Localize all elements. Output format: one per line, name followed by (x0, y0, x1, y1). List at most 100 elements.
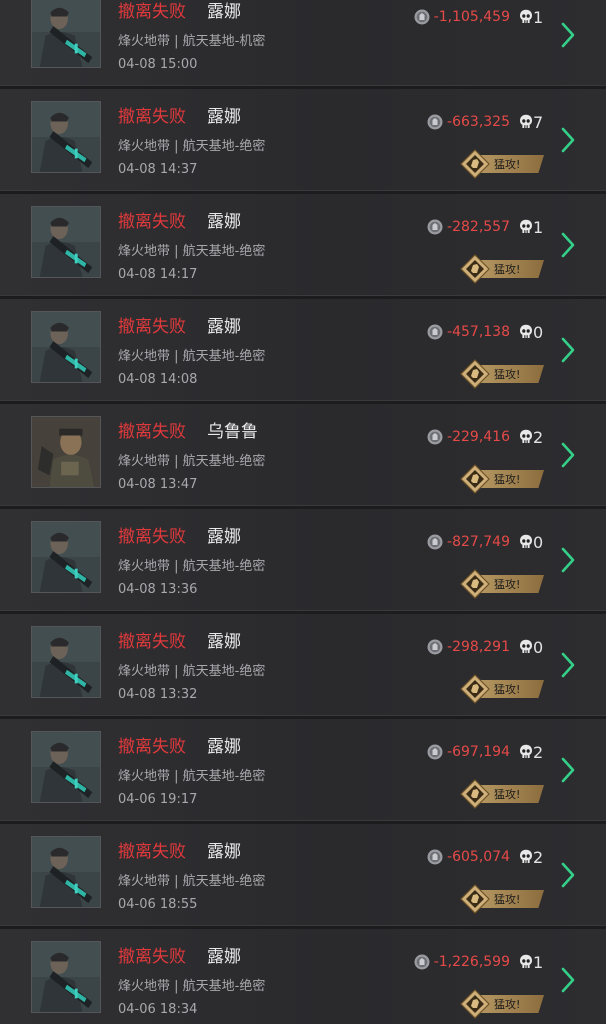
match-record-row[interactable]: 撤离失败 露娜 烽火地带 | 航天基地-绝密 04-08 13:36 -827,749 0… (0, 509, 606, 611)
asset-value-change: -663,325 (447, 114, 510, 130)
badge-label: 猛攻! (494, 263, 521, 276)
assault-emblem-icon (460, 254, 490, 284)
badge-label: 猛攻! (494, 998, 521, 1011)
operator-avatar (31, 101, 101, 173)
map-mode-label: 烽火地带 | 航天基地-绝密 (118, 349, 266, 364)
match-timestamp: 04-06 18:34 (118, 1002, 198, 1017)
match-record-row[interactable]: 撤离失败 露娜烽火地带 | 航天基地-绝密 04-08 13:32 -298,291 0… (0, 614, 606, 716)
chevron-right-icon[interactable] (561, 337, 575, 363)
kill-count: 1 (533, 953, 544, 972)
assault-badge: 猛攻! (460, 149, 545, 179)
assault-emblem-icon (460, 779, 490, 809)
match-record-row[interactable]: 撤离失败 露娜 烽火地带 | 航天基地-机密 04-08 15:00 -1,105,45… (0, 0, 606, 86)
chevron-right-icon[interactable] (561, 862, 575, 888)
map-mode-label: 烽火地带 | 航天基地-绝密 (118, 874, 266, 889)
match-record-row[interactable]: 撤离失败 露娜 烽火地带 | 航天基地-绝密 04-06 18:34 -1,226,59… (0, 929, 606, 1024)
match-record-row[interactable]: 撤离失败 露娜 烽火地带 | 航天基地-绝密 04-08 14:37 -663,325 7… (0, 89, 606, 191)
map-mode-label: 烽火地带 | 航天基地-绝密 (118, 979, 266, 994)
assault-emblem-icon (460, 884, 490, 914)
operator-avatar (31, 836, 101, 908)
asset-value-change: -605,074 (447, 849, 510, 865)
match-record-row[interactable]: 撤离失败 露娜 烽火地带 | 航天基地-绝密 04-06 19:17 -697,194 2… (0, 719, 606, 821)
chevron-right-icon[interactable] (561, 967, 575, 993)
coin-icon (427, 534, 443, 550)
map-mode-label: 烽火地带 | 航天基地-机密 (118, 34, 266, 49)
map-mode-label: 烽火地带 | 航天基地-绝密 (118, 139, 266, 154)
badge-label: 猛攻! (494, 368, 521, 381)
skull-icon (519, 429, 533, 445)
asset-value-change: -229,416 (447, 429, 510, 445)
kill-count: 1 (533, 8, 544, 27)
extraction-status: 撤离失败 (118, 527, 186, 547)
skull-icon (519, 639, 533, 655)
operator-name: 露娜 (207, 317, 241, 337)
operator-avatar (31, 206, 101, 278)
kill-count: 0 (533, 533, 544, 552)
operator-name: 乌鲁鲁 (207, 422, 258, 442)
match-timestamp: 04-08 14:17 (118, 267, 198, 282)
operator-name: 露娜 (207, 842, 241, 862)
asset-value-change: -457,138 (447, 324, 510, 340)
operator-avatar (31, 0, 101, 68)
kill-count: 2 (533, 848, 544, 867)
chevron-right-icon[interactable] (561, 442, 575, 468)
coin-icon (427, 744, 443, 760)
map-mode-label: 烽火地带 | 航天基地-绝密 (118, 664, 266, 679)
badge-label: 猛攻! (494, 578, 521, 591)
operator-name: 露娜 (207, 107, 241, 127)
assault-emblem-icon (460, 674, 490, 704)
extraction-status: 撤离失败 (118, 317, 186, 337)
operator-name: 露娜 (207, 527, 241, 547)
operator-avatar (31, 521, 101, 593)
operator-name: 露娜 (207, 632, 241, 652)
operator-name: 露娜 (207, 2, 241, 22)
extraction-status: 撤离失败 (118, 632, 186, 652)
kill-count: 7 (533, 113, 544, 132)
kill-count: 1 (533, 218, 544, 237)
kill-count: 2 (533, 428, 544, 447)
chevron-right-icon[interactable] (561, 757, 575, 783)
asset-value-change: -298,291 (447, 639, 510, 655)
match-record-row[interactable]: 撤离失败 露娜 烽火地带 | 航天基地-绝密 04-08 14:08 -457,138 0… (0, 299, 606, 401)
assault-badge: 猛攻! (460, 674, 545, 704)
operator-name: 露娜 (207, 947, 241, 967)
match-timestamp: 04-06 19:17 (118, 792, 198, 807)
badge-label: 猛攻! (494, 893, 521, 906)
asset-value-change: -1,105,459 (433, 9, 510, 25)
skull-icon (519, 219, 533, 235)
match-record-row[interactable]: 撤离失败 露娜 烽火地带 | 航天基地-绝密 04-06 18:55 -605,074 2… (0, 824, 606, 926)
match-timestamp: 04-08 13:47 (118, 477, 198, 492)
kill-count: 0 (533, 638, 544, 657)
assault-badge: 猛攻! (460, 359, 545, 389)
assault-emblem-icon (460, 359, 490, 389)
map-mode-label: 烽火地带 | 航天基地-绝密 (118, 769, 266, 784)
chevron-right-icon[interactable] (561, 127, 575, 153)
skull-icon (519, 534, 533, 550)
operator-avatar (31, 941, 101, 1013)
coin-icon (427, 324, 443, 340)
assault-emblem-icon (460, 464, 490, 494)
assault-badge: 猛攻! (460, 779, 545, 809)
extraction-status: 撤离失败 (118, 737, 186, 757)
coin-icon (427, 219, 443, 235)
chevron-right-icon[interactable] (561, 547, 575, 573)
extraction-status: 撤离失败 (118, 212, 186, 232)
extraction-status: 撤离失败 (118, 2, 186, 22)
coin-icon (427, 849, 443, 865)
chevron-right-icon[interactable] (561, 22, 575, 48)
assault-badge: 猛攻! (460, 884, 545, 914)
match-timestamp: 04-08 13:32 (118, 687, 198, 702)
match-record-row[interactable]: 撤离失败 乌鲁鲁 烽火地带 | 航天基地-绝密 04-08 13:47 -229,416… (0, 404, 606, 506)
extraction-status: 撤离失败 (118, 947, 186, 967)
chevron-right-icon[interactable] (561, 652, 575, 678)
map-mode-label: 烽火地带 | 航天基地-绝密 (118, 244, 266, 259)
asset-value-change: -827,749 (447, 534, 510, 550)
chevron-right-icon[interactable] (561, 232, 575, 258)
assault-badge: 猛攻! (460, 464, 545, 494)
match-timestamp: 04-08 14:08 (118, 372, 198, 387)
match-record-row[interactable]: 撤离失败 露娜 烽火地带 | 航天基地-绝密 04-08 14:17 -282,557 1… (0, 194, 606, 296)
badge-label: 猛攻! (494, 158, 521, 171)
badge-label: 猛攻! (494, 683, 521, 696)
assault-badge: 猛攻! (460, 569, 545, 599)
operator-name: 露娜 (207, 212, 241, 232)
